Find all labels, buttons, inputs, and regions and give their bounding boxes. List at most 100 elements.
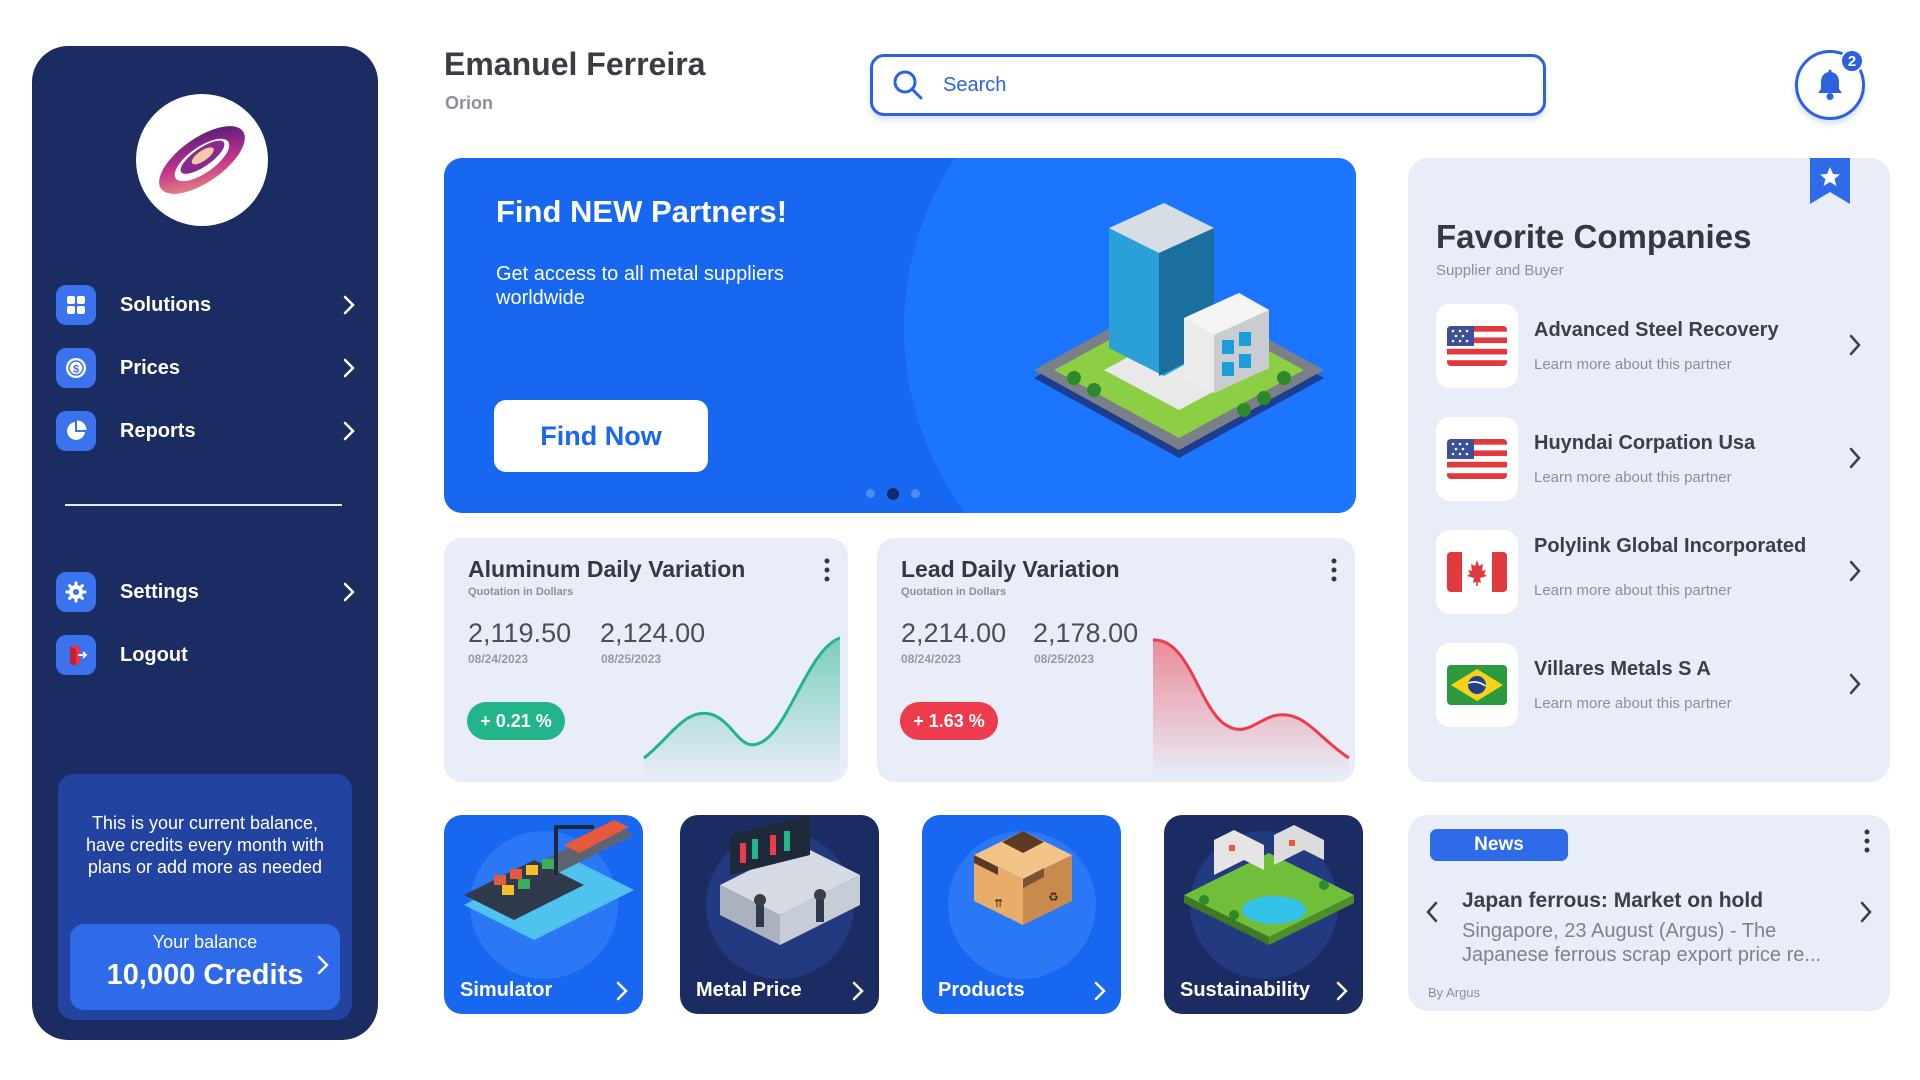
tile-simulator[interactable]: Simulator <box>444 815 643 1014</box>
more-vertical-icon[interactable] <box>1331 558 1337 582</box>
tile-metal-price[interactable]: Metal Price <box>680 815 879 1014</box>
tile-label: Sustainability <box>1180 979 1311 1001</box>
company-name: Polylink Global Incorporated <box>1534 535 1807 557</box>
chevron-right-icon <box>852 981 864 1001</box>
svg-text:$: $ <box>73 364 79 376</box>
company-name: Huyndai Corpation Usa <box>1534 432 1756 454</box>
chevron-right-icon <box>343 421 355 441</box>
usa-flag-icon <box>1447 326 1507 366</box>
sidebar-item-reports[interactable]: Reports <box>56 405 360 457</box>
chevron-right-icon <box>317 955 329 975</box>
price-previous: 2,119.50 <box>468 618 572 648</box>
sidebar-item-logout[interactable]: Logout <box>56 629 360 681</box>
pie-chart-icon <box>56 411 96 451</box>
company-item[interactable]: Polylink Global Incorporated Learn more … <box>1436 530 1866 614</box>
chevron-right-icon[interactable] <box>1856 899 1876 925</box>
app-logo[interactable] <box>136 94 268 226</box>
notifications-button[interactable]: 2 <box>1795 49 1865 120</box>
sidebar-item-prices[interactable]: $ Prices <box>56 342 360 394</box>
search-input[interactable] <box>943 73 1503 97</box>
aluminum-sparkline <box>643 636 841 778</box>
aluminum-variation-card[interactable]: Aluminum Daily Variation Quotation in Do… <box>444 538 848 782</box>
balance-button[interactable]: Your balance 10,000 Credits <box>70 924 340 1010</box>
search-icon[interactable] <box>891 68 925 102</box>
company-item[interactable]: Villares Metals S A Learn more about thi… <box>1436 643 1866 727</box>
package-box-icon: ⇈ ♻ <box>974 831 1072 925</box>
bookmark-star-icon[interactable] <box>1810 158 1850 204</box>
news-byline: By Argus <box>1428 985 1481 1000</box>
more-vertical-icon[interactable] <box>1864 829 1870 853</box>
tile-sustainability[interactable]: Sustainability <box>1164 815 1363 1014</box>
sparkline-area <box>1153 639 1349 778</box>
balance-panel: This is your current balance, have credi… <box>58 774 352 1020</box>
sidebar-item-label: Settings <box>120 580 199 603</box>
cargo-ship-icon <box>464 820 634 940</box>
carousel-dot[interactable] <box>866 489 875 498</box>
sidebar-divider <box>65 504 342 506</box>
news-excerpt: Singapore, 23 August (Argus) - The Japan… <box>1462 920 1822 966</box>
variation-title: Lead Daily Variation <box>901 556 1120 582</box>
svg-text:⇈: ⇈ <box>994 897 1003 910</box>
notification-count-badge: 2 <box>1840 49 1864 73</box>
hero-title: Find NEW Partners! <box>496 194 787 230</box>
secondary-nav: Settings Logout <box>56 566 360 692</box>
carousel-dot-active[interactable] <box>887 487 899 500</box>
variation-subtitle: Quotation in Dollars <box>468 586 574 598</box>
sparkline-area <box>644 638 840 778</box>
lead-variation-card[interactable]: Lead Daily Variation Quotation in Dollar… <box>877 538 1355 782</box>
hero-title-suffix: Partners! <box>642 194 788 229</box>
company-subtitle: Learn more about this partner <box>1534 695 1732 712</box>
usa-flag-icon <box>1447 439 1507 479</box>
find-now-button[interactable]: Find Now <box>494 400 708 472</box>
chevron-right-icon <box>1849 673 1861 695</box>
chevron-right-icon <box>1336 981 1348 1001</box>
date-current: 08/25/2023 <box>1034 652 1095 666</box>
chevron-left-icon[interactable] <box>1422 899 1442 925</box>
price-previous: 2,214.00 <box>901 618 1007 648</box>
chevron-right-icon <box>1849 560 1861 582</box>
favorite-companies-panel: Favorite Companies Supplier and Buyer Ad… <box>1408 158 1890 782</box>
carousel-dot[interactable] <box>911 489 920 498</box>
company-flag <box>1436 417 1518 501</box>
chevron-right-icon <box>343 295 355 315</box>
galaxy-logo-icon <box>159 126 245 194</box>
gear-icon <box>56 572 96 612</box>
tile-label: Products <box>938 979 1025 1001</box>
svg-text:♻: ♻ <box>1048 890 1059 904</box>
news-badge: News <box>1430 829 1568 861</box>
news-panel: News Japan ferrous: Market on hold Singa… <box>1408 815 1890 1011</box>
variation-subtitle: Quotation in Dollars <box>901 586 1007 598</box>
chevron-right-icon <box>1094 981 1106 1001</box>
logout-icon <box>56 635 96 675</box>
green-city-icon <box>1184 825 1354 945</box>
balance-value: 10,000 Credits <box>106 959 304 991</box>
variation-title: Aluminum Daily Variation <box>468 556 746 582</box>
chevron-right-icon <box>1849 334 1861 356</box>
date-previous: 08/24/2023 <box>468 652 529 666</box>
tile-label: Metal Price <box>696 979 802 1001</box>
bell-icon <box>1818 69 1842 100</box>
date-previous: 08/24/2023 <box>901 652 962 666</box>
price-current: 2,178.00 <box>1033 618 1139 648</box>
company-item[interactable]: Advanced Steel Recovery Learn more about… <box>1436 304 1866 388</box>
favorites-title: Favorite Companies <box>1436 218 1752 255</box>
chevron-right-icon <box>616 981 628 1001</box>
chevron-right-icon <box>343 358 355 378</box>
company-name: Villares Metals S A <box>1534 658 1711 680</box>
grid-icon <box>56 285 96 325</box>
more-vertical-icon[interactable] <box>824 558 830 582</box>
hero-title-prefix: Find <box>496 194 571 229</box>
chevron-right-icon <box>343 582 355 602</box>
brazil-flag-icon <box>1447 665 1507 705</box>
sidebar-item-settings[interactable]: Settings <box>56 566 360 618</box>
user-name: Emanuel Ferreira <box>444 46 706 82</box>
sidebar-item-solutions[interactable]: Solutions <box>56 279 360 331</box>
news-headline[interactable]: Japan ferrous: Market on hold <box>1462 889 1763 913</box>
company-subtitle: Learn more about this partner <box>1534 582 1732 599</box>
user-organization: Orion <box>445 93 493 113</box>
company-name: Advanced Steel Recovery <box>1534 319 1779 341</box>
tile-products[interactable]: ⇈ ♻ Products <box>922 815 1121 1014</box>
search-bar <box>870 54 1546 116</box>
company-item[interactable]: Huyndai Corpation Usa Learn more about t… <box>1436 417 1866 501</box>
balance-label: Your balance <box>152 932 258 952</box>
